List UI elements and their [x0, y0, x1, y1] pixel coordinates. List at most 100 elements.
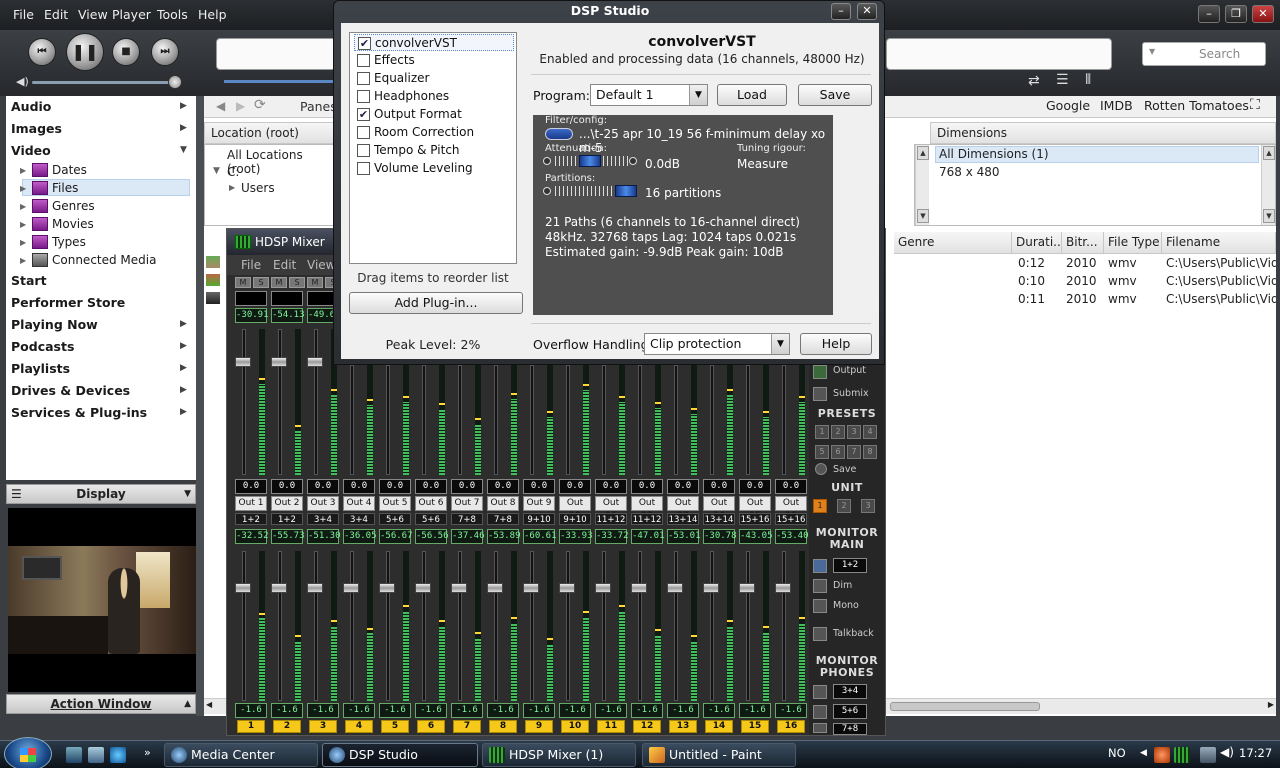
video-display[interactable]: [8, 508, 196, 692]
expand-icon[interactable]: ▶: [20, 166, 26, 175]
shuffle-icon[interactable]: ☰: [1056, 72, 1069, 88]
location-users[interactable]: Users: [241, 181, 275, 195]
submix-toggle[interactable]: [813, 387, 827, 401]
channel-number[interactable]: 11: [597, 720, 625, 733]
output-fader-track[interactable]: [458, 551, 462, 701]
chevron-down-icon[interactable]: ▼: [771, 334, 789, 354]
preset-button[interactable]: 4: [863, 425, 877, 439]
close-button[interactable]: ✕: [857, 3, 877, 20]
plugin-convolvervst[interactable]: ✔ convolverVST: [354, 34, 514, 51]
output-pair[interactable]: 5+6: [379, 513, 411, 525]
tray-expand-icon[interactable]: ◀: [1140, 748, 1147, 758]
show-desktop-icon[interactable]: [66, 747, 82, 763]
input-fader-track[interactable]: [602, 365, 606, 475]
mute-button[interactable]: M: [271, 277, 287, 288]
preset-button[interactable]: 8: [863, 445, 877, 459]
preset-button[interactable]: 1: [815, 425, 829, 439]
plugin-checkbox[interactable]: ✔: [357, 108, 370, 121]
tree-services-plugins[interactable]: Services & Plug-ins: [11, 405, 147, 420]
phones-pair-3[interactable]: 7+8: [833, 723, 867, 735]
speaker-icon[interactable]: ◀): [1220, 745, 1234, 759]
tree-playlists[interactable]: Playlists: [11, 361, 70, 376]
talkback-toggle[interactable]: [813, 627, 827, 641]
preset-button[interactable]: 7: [847, 445, 861, 459]
search-field[interactable]: ▼ Search: [1142, 42, 1266, 66]
plugin-tempo-pitch[interactable]: Tempo & Pitch: [354, 142, 514, 159]
channel-number[interactable]: 9: [525, 720, 553, 733]
tree-video[interactable]: Video: [11, 143, 51, 158]
mute-button[interactable]: M: [235, 277, 251, 288]
close-button[interactable]: ✕: [1252, 5, 1274, 23]
input-fader-track[interactable]: [386, 365, 390, 475]
channel-number[interactable]: 12: [633, 720, 661, 733]
preset-button[interactable]: 6: [831, 445, 845, 459]
mute-button[interactable]: M: [307, 277, 323, 288]
menu-player[interactable]: Player: [112, 7, 151, 22]
chevron-right-icon[interactable]: ▶: [180, 341, 187, 351]
output-fader-track[interactable]: [710, 551, 714, 701]
output-fader-handle[interactable]: [775, 583, 791, 593]
channel-number[interactable]: 4: [345, 720, 373, 733]
plugin-checkbox[interactable]: ✔: [358, 37, 371, 50]
location-c-drive[interactable]: C:: [227, 165, 239, 179]
unit-2-button[interactable]: 2: [837, 499, 851, 513]
add-plugin-button[interactable]: Add Plug-in...: [349, 292, 523, 314]
chevron-up-icon[interactable]: ▲: [184, 695, 191, 713]
unit-1-button[interactable]: 1: [813, 499, 827, 513]
menu-edit[interactable]: Edit: [44, 7, 68, 22]
output-fader-handle[interactable]: [487, 583, 503, 593]
output-fader-handle[interactable]: [739, 583, 755, 593]
input-fader-track[interactable]: [566, 365, 570, 475]
output-fader-track[interactable]: [566, 551, 570, 701]
output-pair[interactable]: 1+2: [235, 513, 267, 525]
help-button[interactable]: Help: [800, 333, 872, 355]
tree-playing-now[interactable]: Playing Now: [11, 317, 98, 332]
preset-button[interactable]: 2: [831, 425, 845, 439]
next-button[interactable]: ⏭: [151, 38, 179, 66]
phones-pair-1[interactable]: 3+4: [833, 684, 867, 699]
language-indicator[interactable]: NO: [1108, 746, 1126, 760]
channel-number[interactable]: 14: [705, 720, 733, 733]
attenuation-thumb[interactable]: [579, 155, 601, 167]
output-fader-track[interactable]: [242, 551, 246, 701]
output-fader-handle[interactable]: [451, 583, 467, 593]
output-pair[interactable]: 1+2: [271, 513, 303, 525]
expand-icon[interactable]: ▶: [20, 184, 26, 193]
channel-number[interactable]: 2: [273, 720, 301, 733]
plugin-checkbox[interactable]: [357, 72, 370, 85]
output-fader-track[interactable]: [422, 551, 426, 701]
display-panel-header[interactable]: ☰ Display ▼: [6, 484, 196, 504]
output-pair[interactable]: 9+10: [559, 513, 591, 525]
partitions-min-knob[interactable]: [543, 187, 551, 195]
progress-bar[interactable]: [224, 80, 334, 83]
load-button[interactable]: Load: [717, 84, 787, 106]
collapse-icon[interactable]: ▼: [213, 166, 220, 176]
chevron-down-icon[interactable]: ▼: [689, 85, 707, 105]
output-fader-track[interactable]: [278, 551, 282, 701]
output-fader-handle[interactable]: [631, 583, 647, 593]
action-window-header[interactable]: Action Window ▲: [6, 694, 196, 714]
channel-number[interactable]: 8: [489, 720, 517, 733]
channel-number[interactable]: 13: [669, 720, 697, 733]
output-pair[interactable]: 11+12: [595, 513, 627, 525]
tree-performer-store[interactable]: Performer Store: [11, 295, 125, 310]
input-fader-track[interactable]: [278, 329, 282, 475]
input-fader-track[interactable]: [350, 365, 354, 475]
output-pair[interactable]: 11+12: [631, 513, 663, 525]
clock[interactable]: 17:27: [1239, 746, 1272, 760]
tree-types[interactable]: Types: [52, 235, 86, 249]
action-window-label[interactable]: Action Window: [50, 697, 151, 711]
minimize-button[interactable]: –: [1198, 5, 1220, 23]
input-fader-track[interactable]: [638, 365, 642, 475]
location-column-header[interactable]: Location (root): [204, 122, 334, 144]
output-fader-track[interactable]: [350, 551, 354, 701]
tree-dates[interactable]: Dates: [52, 163, 87, 177]
expand-icon[interactable]: ▶: [20, 256, 26, 265]
output-fader-handle[interactable]: [703, 583, 719, 593]
tree-audio[interactable]: Audio: [11, 99, 51, 114]
scroll-down-icon[interactable]: ▼: [1263, 209, 1275, 223]
list-header-genre[interactable]: Genre: [894, 232, 1012, 254]
output-pair[interactable]: 7+8: [487, 513, 519, 525]
dimensions-768x480[interactable]: 768 x 480: [939, 165, 1000, 179]
partitions-thumb[interactable]: [615, 185, 637, 197]
